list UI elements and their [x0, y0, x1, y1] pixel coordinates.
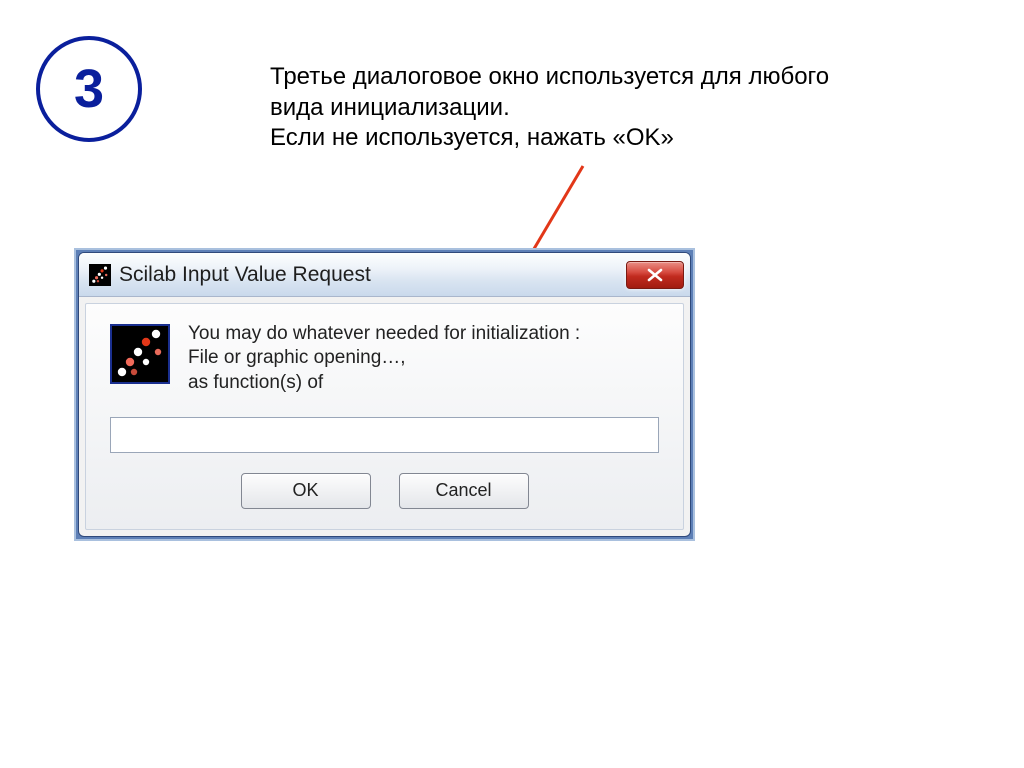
initialization-input[interactable] — [110, 417, 659, 453]
ok-button[interactable]: OK — [241, 473, 371, 509]
cancel-button[interactable]: Cancel — [399, 473, 529, 509]
step-number-badge: 3 — [36, 36, 142, 142]
dialog-button-row: OK Cancel — [110, 473, 659, 509]
close-button[interactable] — [626, 261, 684, 289]
dialog-body: You may do whatever needed for initializ… — [85, 303, 684, 530]
scilab-icon — [110, 324, 170, 384]
dialog-title: Scilab Input Value Request — [119, 263, 626, 287]
step-number: 3 — [74, 58, 104, 120]
message-line-1: You may do whatever needed for initializ… — [188, 323, 580, 344]
close-icon — [647, 268, 663, 282]
description-line-1: Третье диалоговое окно используется для … — [270, 63, 829, 121]
dialog-message: You may do whatever needed for initializ… — [188, 322, 580, 395]
dialog-window: Scilab Input Value Request — [76, 250, 693, 539]
message-line-3: as function(s) of — [188, 372, 323, 393]
description-line-2: Если не используется, нажать «OK» — [270, 124, 674, 151]
app-icon — [89, 264, 111, 286]
step-description: Третье диалоговое окно используется для … — [270, 62, 830, 154]
ok-button-label: OK — [292, 480, 318, 501]
titlebar: Scilab Input Value Request — [79, 253, 690, 297]
message-line-2: File or graphic opening…, — [188, 347, 406, 368]
cancel-button-label: Cancel — [435, 480, 491, 501]
